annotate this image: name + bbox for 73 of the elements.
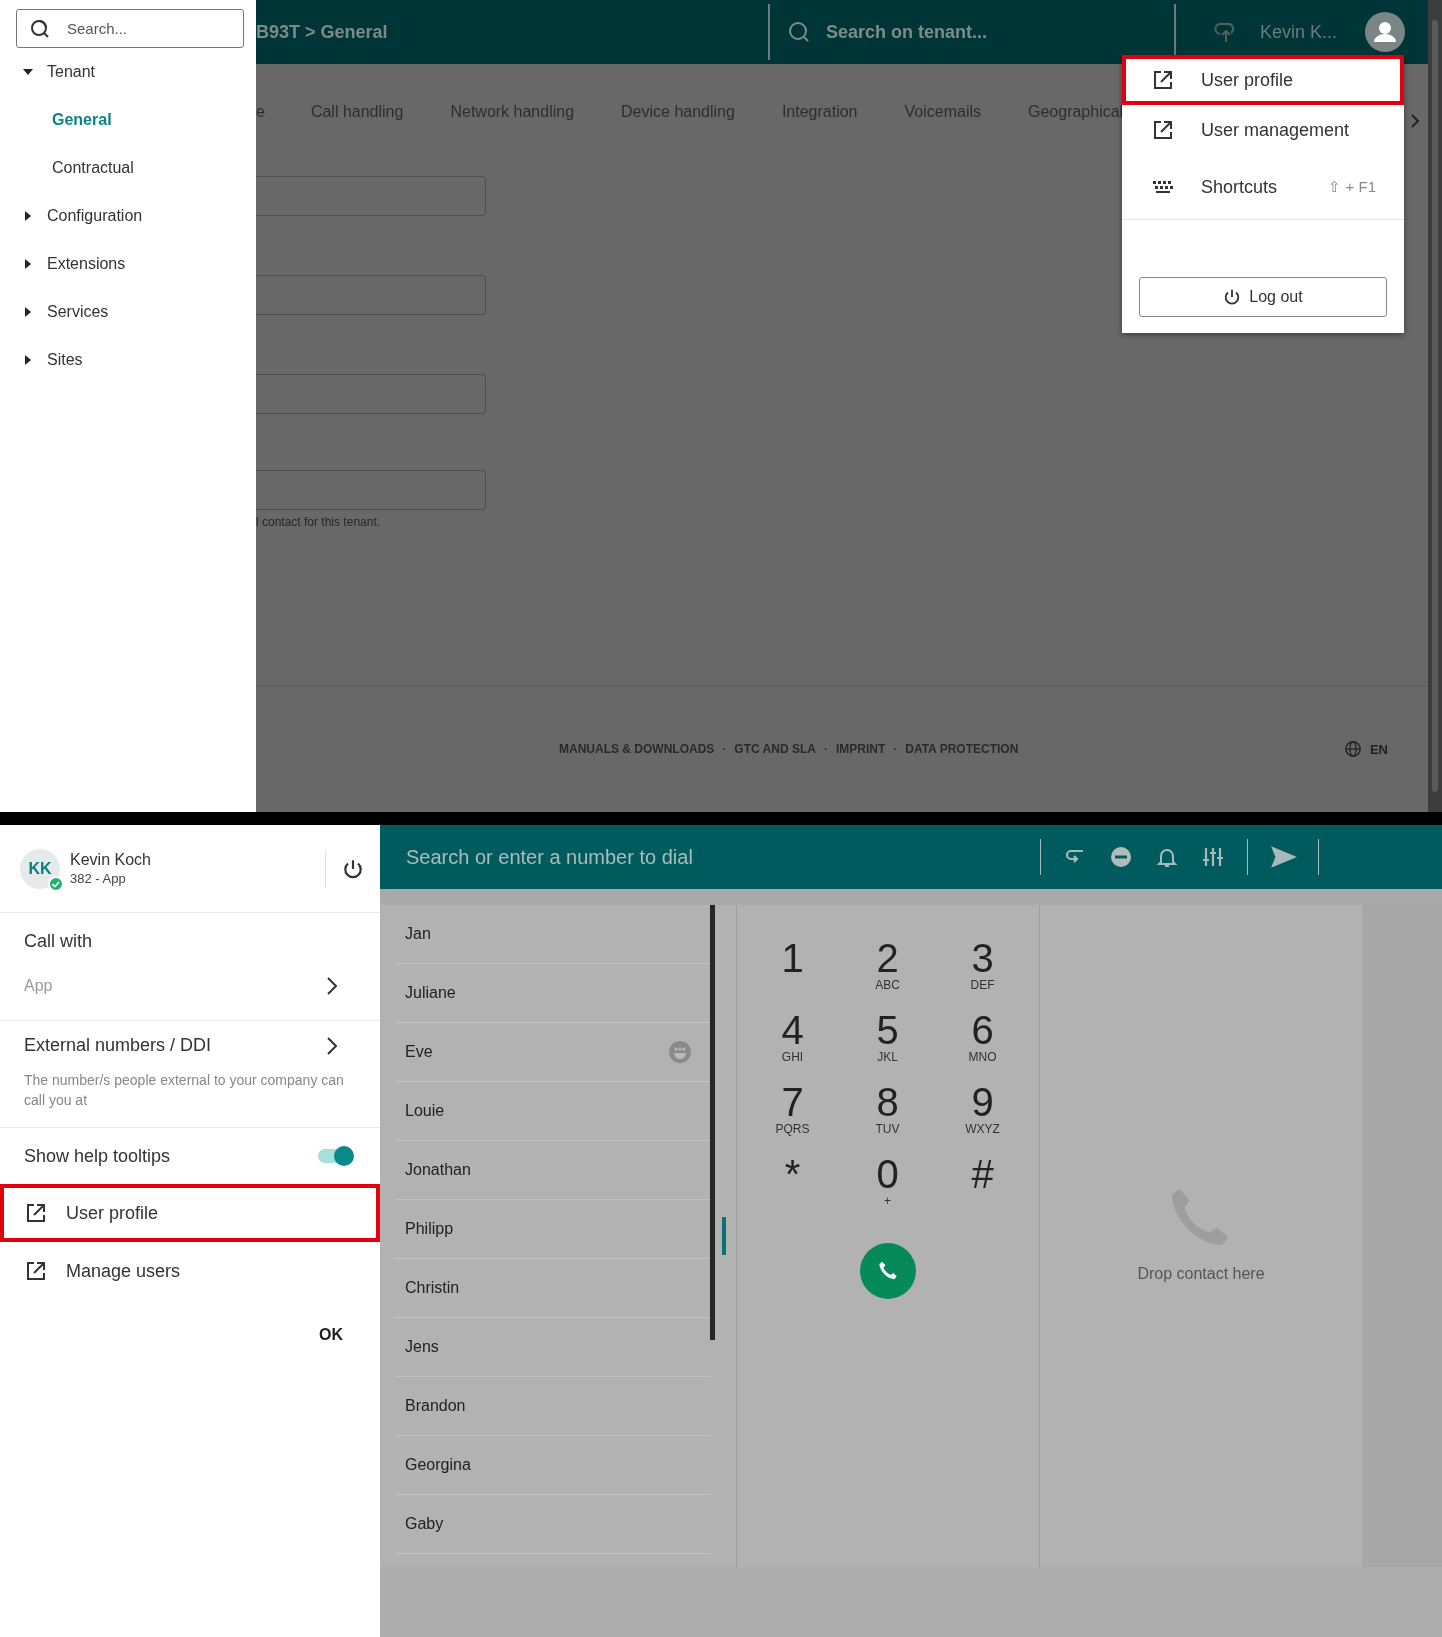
chevron-right-icon[interactable] — [326, 976, 338, 996]
globe-icon[interactable] — [1343, 740, 1362, 758]
dial-key[interactable]: 6 MNO — [935, 1009, 1030, 1081]
input-field[interactable] — [256, 374, 486, 414]
caret-icon — [23, 307, 33, 317]
toggle-label: Show help tooltips — [24, 1145, 171, 1167]
power-icon — [1223, 288, 1242, 306]
contact-row[interactable]: Eve — [395, 1023, 710, 1082]
external-link-icon — [1153, 120, 1173, 140]
input-field[interactable] — [256, 470, 486, 510]
menu-item[interactable]: User profile — [0, 1184, 380, 1242]
caret-icon — [23, 67, 33, 77]
extension-label: 382 - App — [70, 871, 127, 886]
menu-item[interactable]: Shortcuts ⇧ + F1 — [1122, 155, 1404, 219]
shortcut-hint: ⇧ + F1 — [1328, 178, 1376, 196]
section-title[interactable]: External numbers / DDI — [24, 1035, 212, 1056]
description-text: The number/s people external to your company can call you at — [24, 1071, 344, 1110]
dial-key[interactable]: 4 GHI — [745, 1009, 840, 1081]
external-link-icon — [26, 1261, 46, 1281]
tree-item[interactable]: Sites — [0, 336, 256, 384]
menu-item[interactable]: Manage users — [0, 1242, 380, 1300]
scrollbar[interactable] — [710, 905, 715, 1340]
caret-icon — [23, 259, 33, 269]
menu-item[interactable]: User profile — [1122, 55, 1404, 105]
separator-dot: · — [893, 742, 898, 756]
ok-button[interactable]: OK — [315, 1320, 347, 1350]
tenant-search-field[interactable]: Search on tenant... — [824, 20, 1128, 44]
dial-key[interactable]: # — [935, 1153, 1030, 1225]
user-name: Kevin Koch — [70, 851, 151, 869]
dial-key[interactable]: 9 WXYZ — [935, 1081, 1030, 1153]
dial-key[interactable]: 1 — [745, 937, 840, 1009]
separator-dot: · — [722, 742, 727, 756]
send-icon[interactable] — [1270, 845, 1298, 869]
input-field[interactable] — [256, 275, 486, 315]
search-icon — [30, 19, 50, 39]
drop-hint: Drop contact here — [1137, 1265, 1265, 1283]
tree-item[interactable]: Services — [0, 288, 256, 336]
external-link-icon — [1153, 70, 1173, 90]
avatar-icon[interactable] — [1365, 12, 1406, 52]
dial-key[interactable]: 2 ABC — [840, 937, 935, 1009]
dial-key[interactable]: 5 JKL — [840, 1009, 935, 1081]
call-button[interactable] — [860, 1243, 916, 1299]
tree-item[interactable]: General — [0, 96, 256, 144]
toggle-switch[interactable] — [318, 1149, 352, 1163]
breadcrumb: B93T > General — [256, 21, 389, 43]
section-title: Call with — [24, 931, 94, 952]
dial-key[interactable]: 8 TUV — [840, 1081, 935, 1153]
chevron-right-icon[interactable] — [326, 1035, 338, 1056]
menu-item[interactable]: User management — [1122, 105, 1404, 155]
tree-item[interactable]: Contractual — [0, 144, 256, 192]
search-field[interactable]: Search... — [16, 9, 244, 48]
helper-text: l contact for this tenant. — [256, 515, 381, 529]
keyboard-icon — [1153, 180, 1173, 194]
power-icon[interactable] — [342, 857, 364, 880]
input-field[interactable] — [256, 176, 486, 216]
dial-key[interactable]: * — [745, 1153, 840, 1225]
caret-icon — [23, 355, 33, 365]
logout-button[interactable]: Log out — [1139, 277, 1387, 317]
dial-key[interactable]: 0 + — [840, 1153, 935, 1225]
sliders-icon[interactable] — [1201, 845, 1225, 869]
dial-search-field[interactable]: Search or enter a number to dial — [404, 844, 1040, 870]
separator-dot: · — [823, 742, 828, 756]
minus-circle-icon[interactable] — [1109, 845, 1133, 869]
scrollbar[interactable] — [1428, 0, 1442, 812]
tree-item[interactable]: Extensions — [0, 240, 256, 288]
caret-icon — [23, 211, 33, 221]
tree-item[interactable]: Tenant — [0, 48, 256, 96]
dial-key[interactable]: 7 PQRS — [745, 1081, 840, 1153]
resize-handle[interactable] — [722, 1217, 726, 1255]
dial-key[interactable]: 3 DEF — [935, 937, 1030, 1009]
tree-item[interactable]: Configuration — [0, 192, 256, 240]
search-icon — [788, 21, 810, 43]
external-link-icon — [26, 1203, 46, 1223]
